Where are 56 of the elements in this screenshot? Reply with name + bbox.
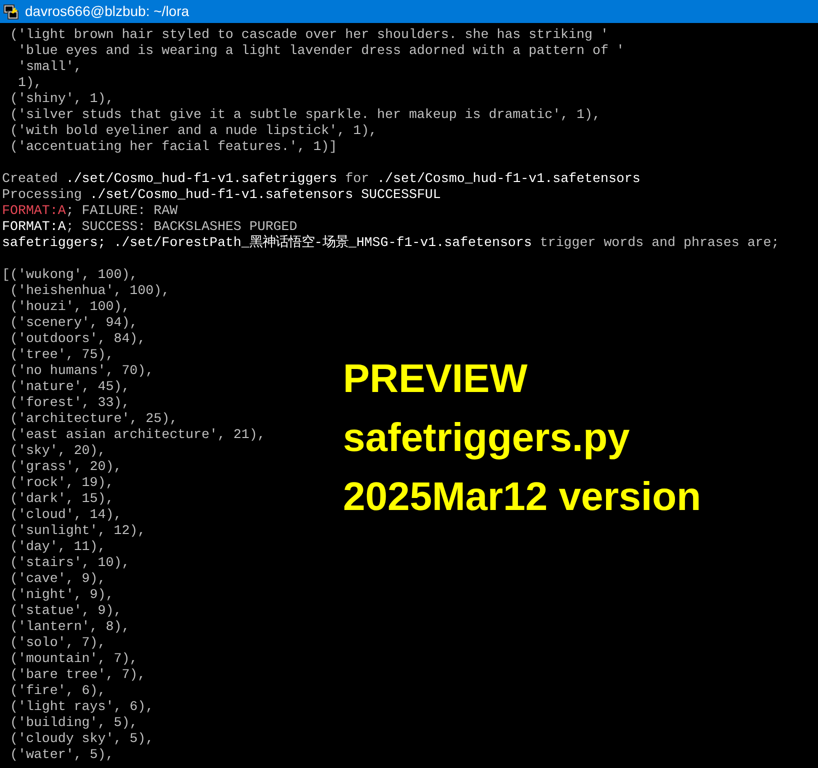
terminal-text: ('bare tree', 7), <box>8 667 146 682</box>
terminal-text: 'small', <box>16 59 82 74</box>
terminal-text: ./set/Cosmo_hud-f1-v1.safetriggers <box>66 171 338 186</box>
terminal-text: ; SUCCESS: BACKSLASHES PURGED <box>66 219 298 234</box>
terminal-text: ('cloudy sky', 5), <box>8 731 154 746</box>
terminal-text: ('outdoors', 84), <box>8 331 146 346</box>
terminal-text: ('sunlight', 12), <box>8 523 146 538</box>
terminal-app-icon <box>3 4 19 20</box>
terminal-text: ('grass', 20), <box>8 459 122 474</box>
terminal-text: 'blue eyes and is wearing a light lavender dress adorned with a pattern of ' <box>16 43 624 58</box>
terminal-text: ('cloud', 14), <box>8 507 122 522</box>
terminal-text: ('lantern', 8), <box>8 619 130 634</box>
terminal-text: ('cave', 9), <box>8 571 106 586</box>
terminal-text: ('rock', 19), <box>8 475 114 490</box>
terminal-text: ('light brown hair styled to cascade over her shoulders. she has striking ' <box>8 27 608 42</box>
terminal-text: ('forest', 33), <box>8 395 130 410</box>
terminal-text: ('silver studs that give it a subtle sparkle. her makeup is dramatic', 1), <box>8 107 600 122</box>
terminal-text: FORMAT:A <box>2 219 66 234</box>
terminal-text: [('wukong', 100), <box>2 267 138 282</box>
terminal-text: safetriggers; ./set/ForestPath_黑神话悟空-场景_HMSG-f1-v1.safetensors <box>2 235 533 250</box>
terminal-text: FORMAT:A <box>2 203 66 218</box>
preview-caption: PREVIEW <box>343 356 528 403</box>
terminal-text: trigger words and phrases are; <box>540 235 780 250</box>
preview-caption: 2025Mar12 version <box>343 474 702 521</box>
terminal-text: ('statue', 9), <box>8 603 122 618</box>
terminal-text: ('fire', 6), <box>8 683 106 698</box>
terminal-text: ./set/Cosmo_hud-f1-v1.safetensors <box>377 171 640 186</box>
terminal-text: ('light rays', 6), <box>8 699 154 714</box>
preview-caption: safetriggers.py <box>343 415 631 462</box>
terminal-text: ('architecture', 25), <box>8 411 178 426</box>
terminal-text: ('houzi', 100), <box>8 299 130 314</box>
terminal-text: ('mountain', 7), <box>8 651 138 666</box>
terminal-text: ; FAILURE: RAW <box>66 203 178 218</box>
terminal-text: ('solo', 7), <box>8 635 106 650</box>
terminal-text: ('water', 5), <box>8 747 114 762</box>
terminal-text: ('tree', 75), <box>8 347 114 362</box>
terminal-text: ./set/Cosmo_hud-f1-v1.safetensors SUCCESSFUL <box>90 187 441 202</box>
terminal-text: ('scenery', 94), <box>8 315 138 330</box>
terminal-text: ('with bold eyeliner and a nude lipstick', 1), <box>8 123 378 138</box>
terminal-text: Processing <box>2 187 83 202</box>
terminal-text: ('east asian architecture', 21), <box>8 427 266 442</box>
terminal-text: ('no humans', 70), <box>8 363 154 378</box>
terminal-text: Created <box>2 171 59 186</box>
terminal-text: ('night', 9), <box>8 587 114 602</box>
terminal-text: 1), <box>16 75 42 90</box>
terminal-text: ('shiny', 1), <box>8 91 114 106</box>
terminal-text: ('day', 11), <box>8 539 106 554</box>
terminal-text: ('dark', 15), <box>8 491 114 506</box>
terminal-text: ('accentuating her facial features.', 1)] <box>8 139 338 154</box>
terminal-text: ('heishenhua', 100), <box>8 283 170 298</box>
terminal-text: ('nature', 45), <box>8 379 130 394</box>
terminal-text: ('stairs', 10), <box>8 555 130 570</box>
terminal-text: for <box>345 171 370 186</box>
window-title: davros666@blzbub: ~/lora <box>25 2 190 21</box>
terminal-text: ('sky', 20), <box>8 443 106 458</box>
terminal-text: ('building', 5), <box>8 715 138 730</box>
